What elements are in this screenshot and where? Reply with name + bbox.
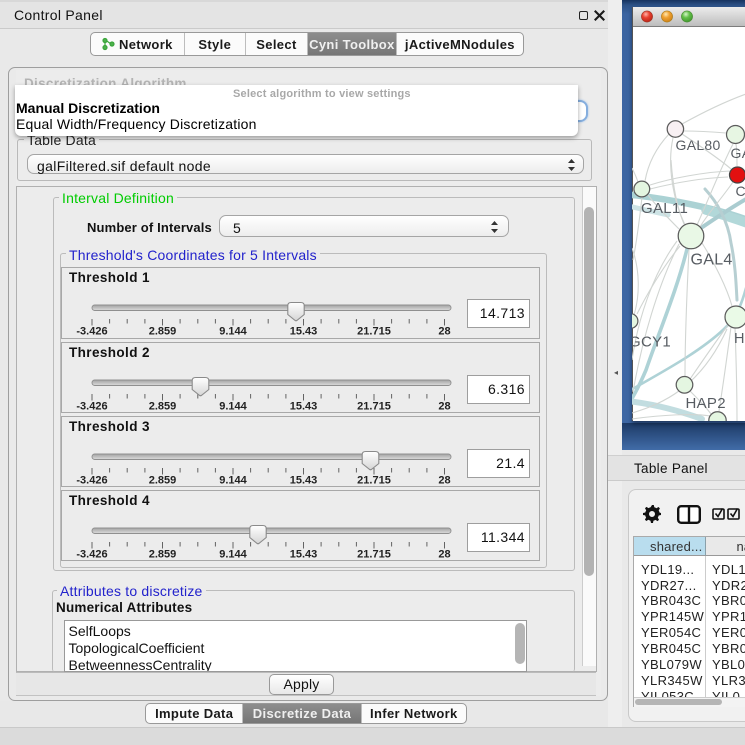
svg-text:28: 28 xyxy=(438,549,450,561)
svg-text:-3.426: -3.426 xyxy=(76,475,107,487)
svg-text:9.144: 9.144 xyxy=(219,549,247,561)
svg-text:28: 28 xyxy=(438,401,450,413)
svg-text:15.43: 15.43 xyxy=(290,325,318,337)
svg-text:21.715: 21.715 xyxy=(357,549,391,561)
svg-text:15.43: 15.43 xyxy=(290,401,318,413)
svg-text:GAL80: GAL80 xyxy=(676,137,721,153)
svg-text:21.715: 21.715 xyxy=(357,475,391,487)
svg-text:28: 28 xyxy=(438,325,450,337)
svg-text:GA: GA xyxy=(731,145,745,161)
svg-text:9.144: 9.144 xyxy=(219,401,247,413)
svg-text:21.715: 21.715 xyxy=(357,325,391,337)
svg-text:9.144: 9.144 xyxy=(219,325,247,337)
svg-text:28: 28 xyxy=(438,475,450,487)
svg-text:9.144: 9.144 xyxy=(219,475,247,487)
svg-text:HAP2: HAP2 xyxy=(686,395,726,412)
svg-text:2.859: 2.859 xyxy=(149,475,177,487)
svg-text:2.859: 2.859 xyxy=(149,549,177,561)
svg-text:GAL4: GAL4 xyxy=(691,252,733,269)
svg-text:GAL11: GAL11 xyxy=(641,200,688,217)
svg-text:-3.426: -3.426 xyxy=(76,325,107,337)
svg-text:15.43: 15.43 xyxy=(290,475,318,487)
svg-text:15.43: 15.43 xyxy=(290,549,318,561)
svg-text:-3.426: -3.426 xyxy=(76,549,107,561)
svg-text:2.859: 2.859 xyxy=(149,325,177,337)
svg-text:2.859: 2.859 xyxy=(149,401,177,413)
svg-text:H: H xyxy=(734,331,745,347)
svg-text:21.715: 21.715 xyxy=(357,401,391,413)
svg-text:GCY1: GCY1 xyxy=(632,334,671,351)
svg-text:-3.426: -3.426 xyxy=(76,401,107,413)
svg-text:C: C xyxy=(736,183,745,199)
